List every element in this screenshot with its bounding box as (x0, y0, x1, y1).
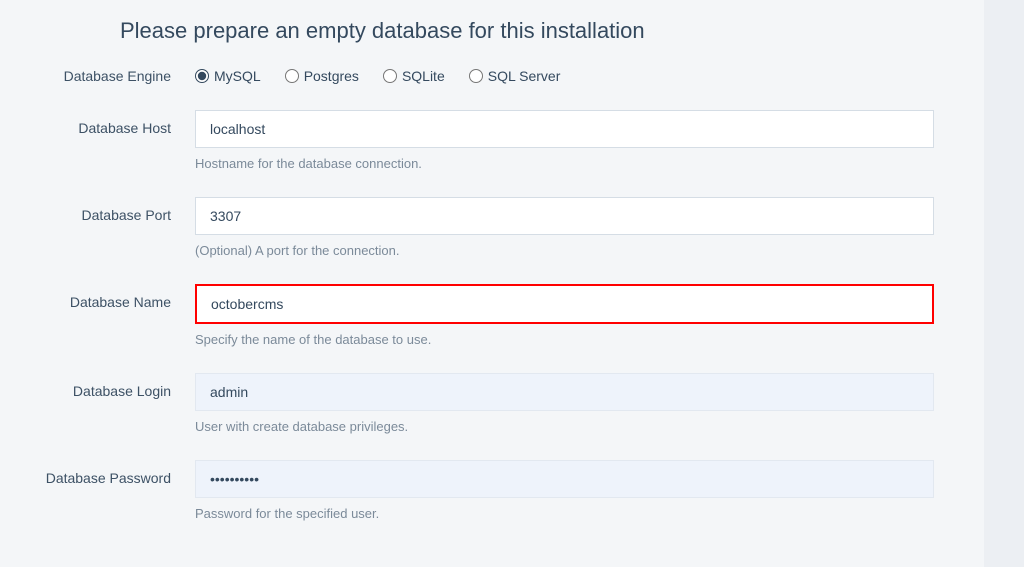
radio-sqlite[interactable] (383, 69, 397, 83)
radio-option-sqlserver[interactable]: SQL Server (469, 68, 561, 84)
label-database-engine: Database Engine (0, 68, 195, 84)
input-database-password[interactable] (195, 460, 934, 498)
radio-option-postgres[interactable]: Postgres (285, 68, 359, 84)
help-database-password: Password for the specified user. (195, 506, 934, 521)
radio-option-mysql[interactable]: MySQL (195, 68, 261, 84)
field-database-password: Password for the specified user. (195, 460, 934, 521)
input-database-login[interactable] (195, 373, 934, 411)
input-database-port[interactable] (195, 197, 934, 235)
field-database-port: (Optional) A port for the connection. (195, 197, 934, 258)
right-decorative-strip (984, 0, 1024, 567)
radio-sqlserver[interactable] (469, 69, 483, 83)
radio-label-sqlserver: SQL Server (488, 68, 561, 84)
radio-label-postgres: Postgres (304, 68, 359, 84)
help-database-login: User with create database privileges. (195, 419, 934, 434)
field-database-name: Specify the name of the database to use. (195, 284, 934, 347)
field-database-host: Hostname for the database connection. (195, 110, 934, 171)
row-database-login: Database Login User with create database… (0, 373, 934, 434)
radio-label-sqlite: SQLite (402, 68, 445, 84)
field-database-login: User with create database privileges. (195, 373, 934, 434)
radio-group-engine: MySQL Postgres SQLite SQL Server (195, 68, 934, 84)
radio-postgres[interactable] (285, 69, 299, 83)
input-database-host[interactable] (195, 110, 934, 148)
help-database-name: Specify the name of the database to use. (195, 332, 934, 347)
row-database-engine: Database Engine MySQL Postgres SQLite SQ… (0, 68, 934, 84)
page-heading: Please prepare an empty database for thi… (120, 18, 934, 44)
row-database-password: Database Password Password for the speci… (0, 460, 934, 521)
label-database-login: Database Login (0, 373, 195, 399)
row-database-name: Database Name Specify the name of the da… (0, 284, 934, 347)
radio-mysql[interactable] (195, 69, 209, 83)
label-database-name: Database Name (0, 284, 195, 310)
radio-option-sqlite[interactable]: SQLite (383, 68, 445, 84)
label-database-port: Database Port (0, 197, 195, 223)
form-container: Please prepare an empty database for thi… (0, 0, 984, 521)
label-database-host: Database Host (0, 110, 195, 136)
help-database-port: (Optional) A port for the connection. (195, 243, 934, 258)
row-database-host: Database Host Hostname for the database … (0, 110, 934, 171)
help-database-host: Hostname for the database connection. (195, 156, 934, 171)
row-database-port: Database Port (Optional) A port for the … (0, 197, 934, 258)
label-database-password: Database Password (0, 460, 195, 486)
input-database-name[interactable] (195, 284, 934, 324)
radio-label-mysql: MySQL (214, 68, 261, 84)
field-database-engine: MySQL Postgres SQLite SQL Server (195, 68, 934, 84)
